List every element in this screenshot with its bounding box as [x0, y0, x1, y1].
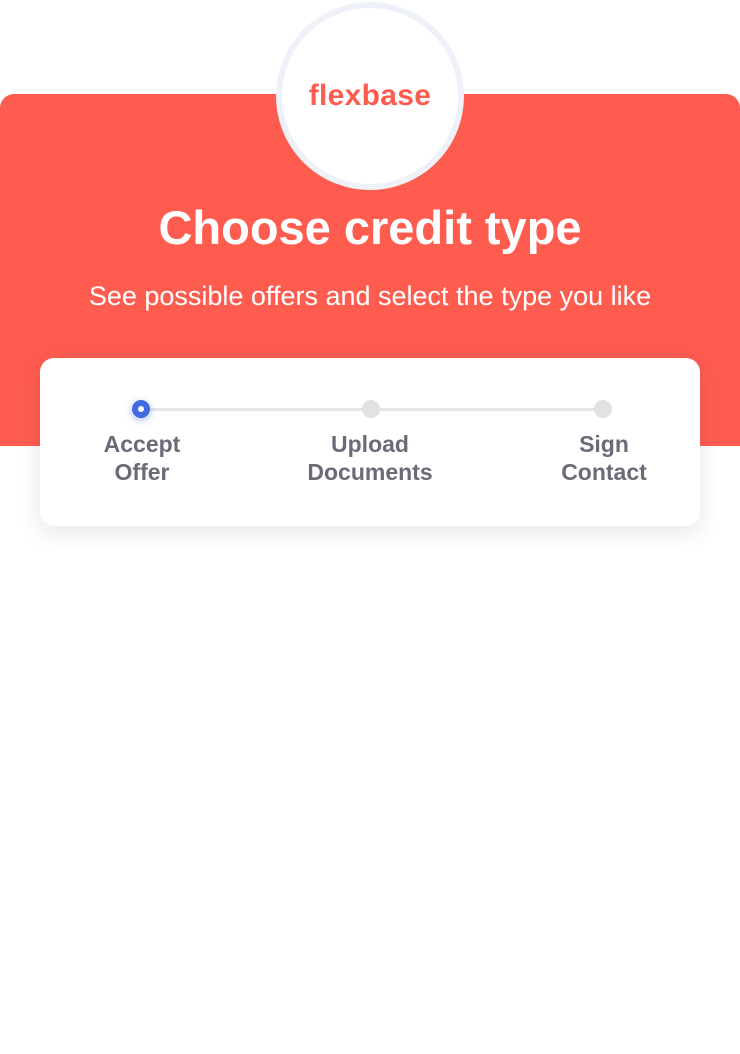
step-label-accept-offer[interactable]: Accept Offer — [52, 430, 232, 486]
progress-card: Accept Offer Upload Documents Sign Conta… — [40, 358, 700, 526]
brand-logo: flexbase — [308, 79, 432, 112]
step-label-upload-documents[interactable]: Upload Documents — [280, 430, 460, 486]
step-indicator-sign-contact[interactable] — [594, 400, 612, 418]
page-title: Choose credit type — [158, 201, 582, 254]
step-indicator-accept-offer[interactable] — [132, 400, 150, 418]
logo-badge: flexbase — [276, 2, 464, 190]
page-subtitle: See possible offers and select the type … — [88, 281, 652, 311]
page: flexbase Choose credit type See possible… — [0, 0, 740, 1054]
step-indicator-upload-documents[interactable] — [362, 400, 380, 418]
step-label-sign-contact[interactable]: Sign Contact — [514, 430, 694, 486]
